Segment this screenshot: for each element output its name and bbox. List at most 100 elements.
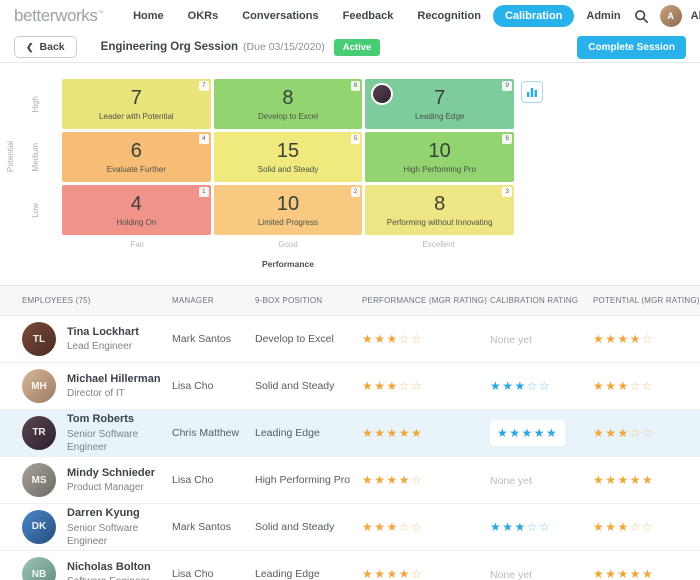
employee-role: Director of IT bbox=[67, 387, 161, 400]
cell-count: 8 bbox=[434, 194, 445, 214]
ninebox-cell-2[interactable]: 210Limited Progress bbox=[214, 185, 363, 235]
table-row[interactable]: DKDarren KyungSenior Software EngineerMa… bbox=[0, 504, 700, 551]
y-label-low: Low bbox=[28, 185, 42, 235]
performance-rating: ★★★★☆ bbox=[362, 567, 423, 580]
performance-rating: ★★★☆☆ bbox=[362, 379, 423, 393]
performance-rating-cell: ★★★★☆ bbox=[362, 565, 490, 580]
status-badge: Active bbox=[334, 39, 381, 56]
nav-item-recognition[interactable]: Recognition bbox=[405, 5, 493, 27]
calibration-rating-cell: None yet bbox=[490, 330, 593, 348]
y-axis-title: Potential bbox=[4, 79, 16, 235]
employee-avatar: MH bbox=[22, 369, 56, 403]
manager-name: Lisa Cho bbox=[172, 380, 255, 392]
nav-item-conversations[interactable]: Conversations bbox=[230, 5, 330, 27]
user-name[interactable]: Alice bbox=[691, 10, 700, 22]
potential-rating-cell: ★★★☆☆ bbox=[593, 424, 700, 442]
employee-avatar: DK bbox=[22, 510, 56, 544]
cell-label: High Performing Pro bbox=[403, 165, 475, 174]
ninebox-cell-1[interactable]: 1 4 Holding On bbox=[62, 185, 211, 235]
employee-avatar: TL bbox=[22, 322, 56, 356]
cell-position-badge: 3 bbox=[502, 187, 512, 197]
performance-rating: ★★★★☆ bbox=[362, 473, 423, 487]
employee-cell: TLTina LockhartLead Engineer bbox=[0, 322, 172, 356]
performance-rating-cell: ★★★★☆ bbox=[362, 471, 490, 489]
cell-count: 7 bbox=[131, 88, 142, 108]
employee-avatar: TR bbox=[22, 416, 56, 450]
cell-position-badge: 9 bbox=[502, 81, 512, 91]
ninebox-cell-6[interactable]: 610High Performing Pro bbox=[365, 132, 514, 182]
calibration-rating[interactable]: ★★★☆☆ bbox=[490, 520, 551, 534]
manager-name: Mark Santos bbox=[172, 333, 255, 345]
performance-rating: ★★★☆☆ bbox=[362, 520, 423, 534]
employee-name: Tina Lockhart bbox=[67, 325, 139, 339]
cell-label: Holding On bbox=[116, 218, 156, 227]
betterworks-logo: betterworks™ bbox=[14, 6, 103, 26]
col-employees: EMPLOYEES (75) bbox=[0, 296, 172, 305]
calibration-rating-cell: None yet bbox=[490, 565, 593, 580]
ninebox-position: Leading Edge bbox=[255, 427, 362, 439]
cell-label: Performing without Innovating bbox=[387, 218, 493, 227]
trademark-mark: ™ bbox=[97, 10, 103, 16]
ninebox-position: Develop to Excel bbox=[255, 333, 362, 345]
complete-session-button[interactable]: Complete Session bbox=[577, 36, 686, 59]
employee-avatar[interactable] bbox=[371, 83, 393, 105]
potential-rating-cell: ★★★★☆ bbox=[593, 330, 700, 348]
calibration-rating[interactable]: ★★★☆☆ bbox=[490, 379, 551, 393]
calibration-rating-cell: ★★★☆☆ bbox=[490, 377, 593, 395]
potential-rating: ★★★☆☆ bbox=[593, 379, 654, 393]
cell-label: Evaluate Further bbox=[107, 165, 166, 174]
employee-role: Product Manager bbox=[67, 481, 155, 494]
performance-rating-cell: ★★★☆☆ bbox=[362, 377, 490, 395]
nav-item-home[interactable]: Home bbox=[121, 5, 176, 27]
nav-item-okrs[interactable]: OKRs bbox=[176, 5, 231, 27]
ninebox-cell-3[interactable]: 3 8 Performing without Innovating bbox=[365, 185, 514, 235]
potential-rating-cell: ★★★★★ bbox=[593, 471, 700, 489]
col-potential-rating: POTENTIAL (MGR RATING) bbox=[593, 296, 700, 305]
potential-rating-cell: ★★★☆☆ bbox=[593, 377, 700, 395]
employee-name: Michael Hillerman bbox=[67, 372, 161, 386]
ninebox-cell-7[interactable]: 77Leader with Potential bbox=[62, 79, 211, 129]
performance-rating-cell: ★★★★★ bbox=[362, 424, 490, 442]
potential-rating: ★★★★☆ bbox=[593, 332, 654, 346]
table-row[interactable]: MSMindy SchniederProduct ManagerLisa Cho… bbox=[0, 457, 700, 504]
calibration-rating-box[interactable]: ★★★★★ bbox=[490, 420, 565, 446]
nav-item-admin[interactable]: Admin bbox=[574, 5, 632, 27]
bar-chart-icon bbox=[526, 86, 538, 98]
back-label: Back bbox=[40, 41, 65, 53]
search-icon[interactable] bbox=[633, 7, 651, 25]
table-row[interactable]: NBNicholas BoltonSoftware EngineerLisa C… bbox=[0, 551, 700, 580]
back-button[interactable]: ❮ Back bbox=[14, 36, 77, 58]
ninebox-cell-5[interactable]: 515Solid and Steady bbox=[214, 132, 363, 182]
ninebox-board: Potential HighMediumLow 77Leader with Po… bbox=[0, 63, 700, 285]
x-axis-labels: FairGoodExcellent bbox=[62, 240, 514, 249]
nav-right: A Alice ▾ bbox=[633, 5, 700, 27]
ninebox-position: Solid and Steady bbox=[255, 380, 362, 392]
session-title: Engineering Org Session bbox=[101, 41, 238, 53]
employee-name: Darren Kyung bbox=[67, 506, 172, 520]
ninebox-cell-8[interactable]: 88Develop to Excel bbox=[214, 79, 363, 129]
employee-cell: TRTom RobertsSenior Software Engineer bbox=[0, 412, 172, 453]
nav-item-calibration[interactable]: Calibration bbox=[493, 5, 574, 27]
ninebox-cell-9[interactable]: 97Leading Edge bbox=[365, 79, 514, 129]
distribution-view-button[interactable] bbox=[521, 81, 543, 103]
nav-item-feedback[interactable]: Feedback bbox=[331, 5, 406, 27]
potential-rating: ★★★☆☆ bbox=[593, 426, 654, 440]
ninebox-grid: 77Leader with Potential88Develop to Exce… bbox=[62, 79, 514, 235]
employee-name: Tom Roberts bbox=[67, 412, 172, 426]
cell-count: 8 bbox=[282, 88, 293, 108]
session-due-date: (Due 03/15/2020) bbox=[243, 41, 325, 53]
ninebox-cell-4[interactable]: 46Evaluate Further bbox=[62, 132, 211, 182]
x-axis-title: Performance bbox=[62, 259, 514, 269]
calibration-none-label: None yet bbox=[490, 334, 532, 346]
user-avatar[interactable]: A bbox=[660, 5, 682, 27]
employee-cell: NBNicholas BoltonSoftware Engineer bbox=[0, 557, 172, 580]
cell-position-badge: 1 bbox=[199, 187, 209, 197]
table-row[interactable]: TRTom RobertsSenior Software EngineerChr… bbox=[0, 410, 700, 457]
calibration-rating[interactable]: ★★★★★ bbox=[497, 426, 558, 440]
col-performance-rating: PERFORMANCE (MGR RATING) bbox=[362, 296, 490, 305]
employee-cell: DKDarren KyungSenior Software Engineer bbox=[0, 506, 172, 547]
table-row[interactable]: MH Michael HillermanDirector of IT Lisa Ch… bbox=[0, 363, 700, 410]
session-bar: ❮ Back Engineering Org Session (Due 03/1… bbox=[0, 32, 700, 63]
table-row[interactable]: TLTina LockhartLead EngineerMark SantosD… bbox=[0, 316, 700, 363]
cell-count: 4 bbox=[131, 194, 142, 214]
